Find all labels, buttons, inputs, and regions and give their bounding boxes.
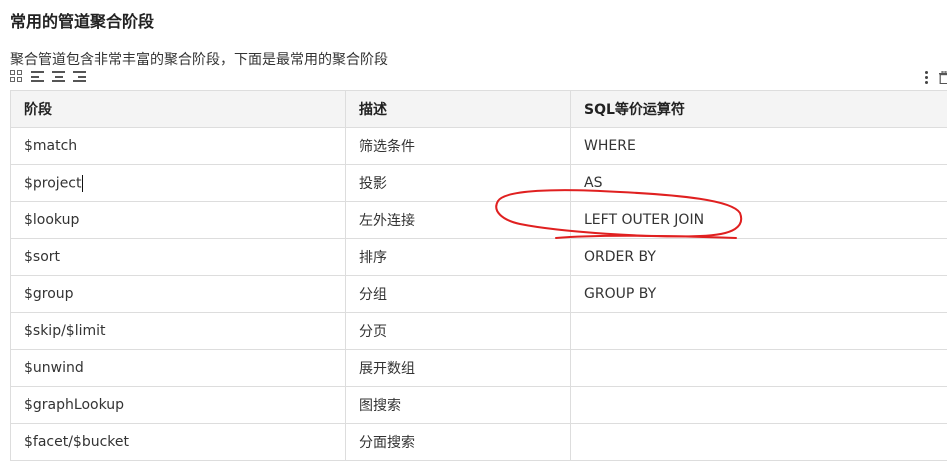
sql-cell[interactable]: LEFT OUTER JOIN xyxy=(571,202,947,239)
description-cell[interactable]: 投影 xyxy=(346,165,571,202)
trash-icon[interactable] xyxy=(939,71,947,84)
sql-cell[interactable]: GROUP BY xyxy=(571,276,947,313)
stage-cell[interactable]: $project xyxy=(11,165,346,202)
align-right-icon[interactable] xyxy=(73,70,86,83)
stage-cell[interactable]: $skip/$limit xyxy=(11,313,346,350)
table-row: $skip/$limit 分页 xyxy=(11,313,947,350)
stage-cell[interactable]: $graphLookup xyxy=(11,387,346,424)
header-description: 描述 xyxy=(346,91,571,128)
table-toolbar xyxy=(10,70,86,83)
table-row: $match 筛选条件 WHERE xyxy=(11,128,947,165)
stage-text: $project xyxy=(24,175,82,191)
stage-cell[interactable]: $sort xyxy=(11,239,346,276)
description-cell[interactable]: 分组 xyxy=(346,276,571,313)
sql-cell[interactable]: ORDER BY xyxy=(571,239,947,276)
sql-cell[interactable] xyxy=(571,350,947,387)
sql-cell[interactable] xyxy=(571,313,947,350)
description-cell[interactable]: 分面搜索 xyxy=(346,424,571,461)
text-cursor xyxy=(82,175,83,192)
aggregation-stages-table: 阶段 描述 SQL等价运算符 $match 筛选条件 WHERE $projec… xyxy=(10,90,947,461)
stage-cell[interactable]: $group xyxy=(11,276,346,313)
sql-cell[interactable] xyxy=(571,424,947,461)
sql-cell[interactable]: WHERE xyxy=(571,128,947,165)
align-left-icon[interactable] xyxy=(31,70,44,83)
stage-cell[interactable]: $facet/$bucket xyxy=(11,424,346,461)
grid-icon[interactable] xyxy=(10,70,23,83)
header-sql-equivalent: SQL等价运算符 xyxy=(571,91,947,128)
description-cell[interactable]: 筛选条件 xyxy=(346,128,571,165)
description-cell[interactable]: 排序 xyxy=(346,239,571,276)
sql-cell[interactable] xyxy=(571,387,947,424)
sql-cell[interactable]: AS xyxy=(571,165,947,202)
table-header-row: 阶段 描述 SQL等价运算符 xyxy=(11,91,947,128)
table-row: $project 投影 AS xyxy=(11,165,947,202)
stage-cell[interactable]: $match xyxy=(11,128,346,165)
stage-cell[interactable]: $unwind xyxy=(11,350,346,387)
more-vertical-icon[interactable] xyxy=(924,71,928,84)
table-row: $unwind 展开数组 xyxy=(11,350,947,387)
description-cell[interactable]: 左外连接 xyxy=(346,202,571,239)
description-cell[interactable]: 展开数组 xyxy=(346,350,571,387)
table-row: $facet/$bucket 分面搜索 xyxy=(11,424,947,461)
table-row: $sort 排序 ORDER BY xyxy=(11,239,947,276)
table-row: $graphLookup 图搜索 xyxy=(11,387,947,424)
description-cell[interactable]: 分页 xyxy=(346,313,571,350)
table-row: $group 分组 GROUP BY xyxy=(11,276,947,313)
description-cell[interactable]: 图搜索 xyxy=(346,387,571,424)
stage-cell[interactable]: $lookup xyxy=(11,202,346,239)
section-heading: 常用的管道聚合阶段 xyxy=(10,8,154,32)
section-description: 聚合管道包含非常丰富的聚合阶段，下面是最常用的聚合阶段 xyxy=(10,49,388,69)
align-center-icon[interactable] xyxy=(52,70,65,83)
header-stage: 阶段 xyxy=(11,91,346,128)
table-row: $lookup 左外连接 LEFT OUTER JOIN xyxy=(11,202,947,239)
